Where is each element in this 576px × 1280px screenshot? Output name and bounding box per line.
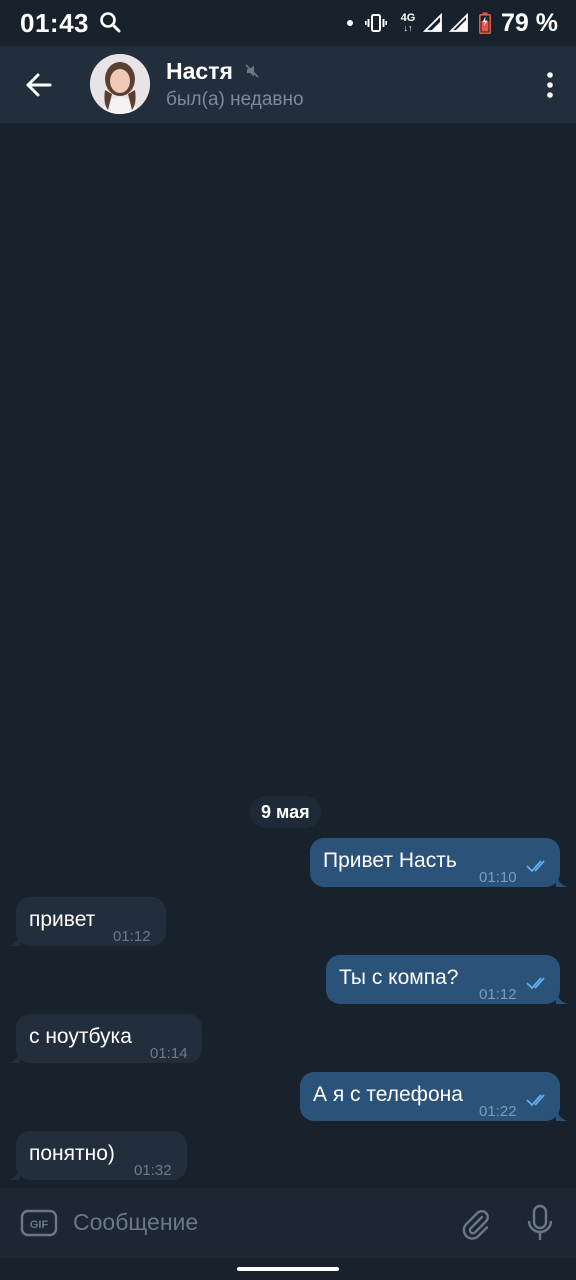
battery-percent: 79 % <box>501 8 558 37</box>
message-time: 01:12 <box>479 986 517 1003</box>
avatar[interactable] <box>90 54 150 114</box>
microphone-icon[interactable] <box>526 1204 554 1242</box>
bubble-tail <box>556 1107 568 1121</box>
message-outgoing[interactable]: А я с телефона 01:22 <box>300 1072 568 1121</box>
message-text: А я с телефона <box>313 1083 463 1106</box>
date-separator: 9 мая <box>250 796 321 828</box>
bubble-tail <box>8 1049 20 1063</box>
navigation-bar <box>0 1258 576 1280</box>
chat-header: Настя был(а) недавно <box>0 46 576 123</box>
message-incoming[interactable]: привет 01:12 <box>8 897 166 946</box>
message-time: 01:10 <box>479 869 517 886</box>
message-text: Привет Насть <box>323 849 457 872</box>
message-outgoing[interactable]: Ты с компа? 01:12 <box>326 955 568 1004</box>
network-type: 4G ↓↑ <box>400 12 416 34</box>
message-text: понятно) <box>29 1142 115 1165</box>
message-text: привет <box>29 908 96 931</box>
message-input[interactable]: Сообщение <box>73 1209 198 1236</box>
message-time: 01:12 <box>113 928 151 945</box>
signal-icon <box>449 13 468 32</box>
message-incoming[interactable]: понятно) 01:32 <box>8 1131 187 1180</box>
bubble-tail <box>8 1166 20 1180</box>
message-time: 01:22 <box>479 1103 517 1120</box>
read-ticks-icon <box>526 860 545 873</box>
more-vertical-icon[interactable] <box>544 70 556 100</box>
gif-label: GIF <box>30 1219 49 1231</box>
read-ticks-icon <box>526 1094 545 1107</box>
signal-icon <box>423 13 442 32</box>
message-list[interactable]: 9 мая Привет Насть 01:10 привет 01:12 Ты… <box>0 123 576 1188</box>
message-text: с ноутбука <box>29 1025 132 1048</box>
read-ticks-icon <box>526 977 545 990</box>
contact-name[interactable]: Настя <box>166 58 233 85</box>
gif-icon: GIF <box>20 1209 58 1237</box>
message-text: Ты с компа? <box>339 966 459 989</box>
contact-status: был(а) недавно <box>166 89 304 110</box>
status-time: 01:43 <box>20 8 89 38</box>
message-composer: GIF Сообщение <box>0 1188 576 1258</box>
notification-dot-icon <box>347 20 354 26</box>
message-incoming[interactable]: с ноутбука 01:14 <box>8 1014 202 1063</box>
bubble-tail <box>556 873 568 887</box>
bubble-tail <box>556 990 568 1004</box>
battery-icon <box>479 12 492 34</box>
vibrate-icon <box>365 14 388 32</box>
attach-icon[interactable] <box>458 1206 492 1240</box>
home-gesture-handle[interactable] <box>237 1267 339 1271</box>
bubble-tail <box>8 932 20 946</box>
back-arrow-icon[interactable] <box>20 66 58 104</box>
message-outgoing[interactable]: Привет Насть 01:10 <box>310 838 568 887</box>
gif-button[interactable]: GIF <box>20 1208 58 1238</box>
status-bar: 01:43 4G ↓↑ 79 % <box>0 0 576 46</box>
muted-icon <box>245 64 259 78</box>
search-icon <box>100 12 121 33</box>
message-time: 01:14 <box>150 1045 188 1062</box>
